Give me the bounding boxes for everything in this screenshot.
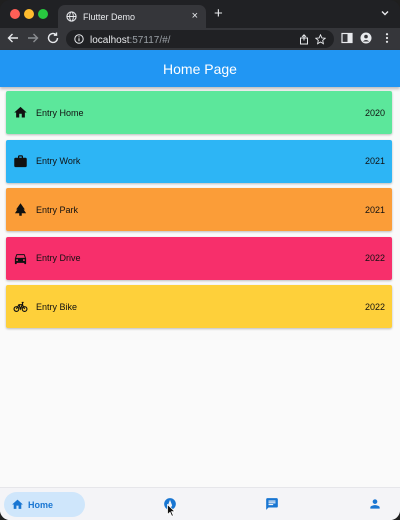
info-icon[interactable]	[74, 34, 84, 44]
mouse-cursor-icon	[167, 504, 176, 517]
home-icon	[12, 499, 23, 509]
back-arrow-icon[interactable]	[6, 31, 20, 45]
forward-arrow-icon[interactable]	[26, 31, 40, 45]
page-title: Home Page	[163, 60, 237, 77]
entry-card-home[interactable]: Entry Home 2020	[6, 91, 392, 134]
maximize-window-button[interactable]	[38, 9, 48, 19]
tab-strip: Flutter Demo × +	[0, 0, 400, 28]
chat-icon	[266, 498, 278, 510]
entry-label: Entry Work	[36, 156, 81, 166]
chevron-down-icon[interactable]	[380, 8, 390, 18]
address-bar[interactable]: localhost:57117/#/	[66, 30, 334, 48]
minimize-window-button[interactable]	[24, 9, 34, 19]
sidebar-icon[interactable]	[341, 32, 353, 44]
star-icon[interactable]	[315, 33, 326, 45]
nav-home-label: Home	[28, 499, 54, 510]
entry-label: Entry Home	[36, 107, 84, 118]
entry-card-park[interactable]: Entry Park 2021	[6, 188, 392, 231]
tab-close-icon[interactable]: ×	[192, 11, 198, 22]
entry-card-bike[interactable]: Entry Bike 2022	[6, 285, 392, 328]
entry-year: 2022	[364, 301, 385, 312]
url-text: localhost:57117/#/	[90, 30, 293, 48]
tab-title: Flutter Demo	[83, 11, 136, 22]
more-options-icon[interactable]	[381, 32, 393, 44]
entry-label: Entry Drive	[36, 253, 81, 263]
entry-card-work[interactable]: Entry Work 2021	[6, 139, 392, 183]
url-host: localhost	[90, 35, 130, 46]
entry-label: Entry Park	[36, 204, 79, 215]
browser-toolbar: localhost:57117/#/	[0, 28, 400, 50]
reload-icon[interactable]	[46, 31, 60, 45]
bike-icon	[13, 299, 28, 314]
nav-item-messages[interactable]	[265, 497, 279, 511]
nav-item-home[interactable]: Home	[4, 492, 85, 517]
briefcase-icon	[13, 154, 28, 169]
entry-year: 2022	[364, 253, 385, 263]
nav-item-profile[interactable]	[368, 497, 382, 511]
share-icon[interactable]	[299, 33, 309, 45]
globe-icon	[66, 11, 77, 22]
flutter-app: Home Page Entry Home 2020 Entry Work 202…	[0, 50, 400, 520]
new-tab-button[interactable]: +	[214, 6, 223, 21]
app-bar: Home Page	[0, 50, 400, 87]
bottom-navigation-bar: Home	[0, 487, 400, 520]
tree-icon	[13, 202, 28, 217]
car-icon	[13, 251, 28, 266]
person-icon	[370, 499, 380, 509]
entry-year: 2021	[364, 204, 385, 215]
profile-icon[interactable]	[360, 32, 372, 44]
entry-list: Entry Home 2020 Entry Work 2021 Entry Pa…	[6, 91, 392, 334]
entry-label: Entry Bike	[36, 301, 78, 312]
entry-card-drive[interactable]: Entry Drive 2022	[6, 236, 392, 280]
close-window-button[interactable]	[10, 9, 20, 19]
browser-window: Flutter Demo × + localhost:57117/#/ Home…	[0, 0, 400, 520]
url-path: :57117/#/	[129, 35, 171, 46]
home-icon	[13, 105, 28, 120]
browser-tab[interactable]: Flutter Demo ×	[58, 5, 206, 28]
entry-year: 2021	[364, 156, 385, 166]
entry-year: 2020	[364, 107, 385, 118]
